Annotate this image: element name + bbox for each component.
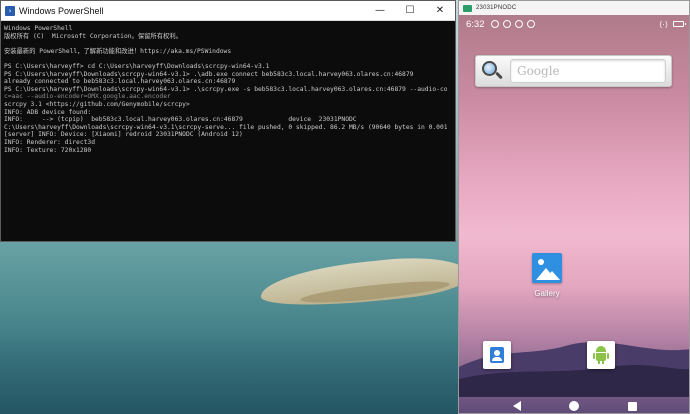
status-notification-icons bbox=[490, 20, 535, 28]
android-status-bar: 6:32 ⟨·⟩ bbox=[459, 15, 689, 33]
console-line: c=aac --audio-encoder=OMX.google.aac.enc… bbox=[4, 93, 171, 101]
console-line: PS C:\Users\harveyff\Downloads\scrcpy-wi… bbox=[4, 85, 447, 93]
battery-icon bbox=[673, 21, 686, 27]
console-scrollbar[interactable] bbox=[449, 22, 455, 241]
gallery-app[interactable]: Gallery bbox=[529, 253, 565, 298]
android-app-icon[interactable] bbox=[587, 341, 615, 369]
console-line: 版权所有 (C) Microsoft Corporation。保留所有权利。 bbox=[4, 32, 182, 40]
status-time: 6:32 bbox=[466, 18, 485, 30]
console-line: PS C:\Users\harveyff> cd C:\Users\harvey… bbox=[4, 62, 270, 70]
maximize-button[interactable]: ☐ bbox=[395, 1, 425, 21]
console-line: INFO: Renderer: direct3d bbox=[4, 138, 95, 146]
minimize-button[interactable]: — bbox=[365, 1, 395, 21]
notification-icon bbox=[502, 20, 511, 28]
powershell-icon: › bbox=[5, 5, 15, 16]
console-line: C:\Users\harveyff\Downloads\scrcpy-win64… bbox=[4, 123, 447, 131]
android-nav-bar bbox=[459, 397, 689, 413]
scrcpy-icon bbox=[463, 4, 472, 12]
scrcpy-titlebar[interactable]: 23031PNODC bbox=[459, 1, 689, 15]
gallery-label: Gallery bbox=[534, 289, 560, 298]
console-line: PS C:\Users\harveyff\Downloads\scrcpy-wi… bbox=[4, 70, 414, 78]
console-line: INFO: --> (tcpip) beb583c3.local.harvey0… bbox=[4, 116, 357, 124]
console-line: 安装最新的 PowerShell，了解新功能和改进！https://aka.ms… bbox=[4, 47, 232, 55]
powershell-title: Windows PowerShell bbox=[19, 5, 104, 16]
console-line: already connected to beb583c3.local.harv… bbox=[4, 78, 236, 86]
contacts-app-icon[interactable] bbox=[483, 341, 511, 369]
console-line: scrcpy 3.1 <https://github.com/Genymobil… bbox=[4, 100, 190, 108]
status-right-icons: ⟨·⟩ bbox=[659, 19, 686, 29]
google-search-widget[interactable]: Google bbox=[475, 55, 672, 87]
android-home-screen[interactable]: 6:32 ⟨·⟩ Google Gallery bbox=[459, 15, 689, 413]
scrcpy-title: 23031PNODC bbox=[476, 5, 517, 11]
search-icon[interactable] bbox=[480, 59, 504, 83]
network-icon: ⟨·⟩ bbox=[659, 19, 668, 29]
powershell-titlebar[interactable]: › Windows PowerShell — ☐ ✕ bbox=[1, 1, 455, 21]
notification-icon bbox=[514, 20, 523, 28]
powershell-console-output[interactable]: Windows PowerShell 版权所有 (C) Microsoft Cor… bbox=[4, 25, 447, 239]
console-line: [server] INFO: Device: [Xiaomi] redroid … bbox=[4, 131, 243, 139]
notification-icon bbox=[526, 20, 535, 28]
back-icon[interactable] bbox=[513, 401, 522, 411]
scrcpy-window[interactable]: 23031PNODC 6:32 ⟨·⟩ Google Gallery bbox=[458, 0, 690, 414]
console-line: Windows PowerShell bbox=[4, 25, 73, 32]
powershell-window[interactable]: › Windows PowerShell — ☐ ✕ Windows Power… bbox=[0, 0, 456, 242]
recents-icon[interactable] bbox=[627, 401, 637, 411]
console-line: INFO: ADB device found: bbox=[4, 108, 92, 116]
console-line: INFO: Texture: 720x1280 bbox=[4, 146, 92, 154]
gallery-icon[interactable] bbox=[532, 253, 562, 283]
search-input[interactable]: Google bbox=[510, 59, 666, 83]
close-button[interactable]: ✕ bbox=[425, 1, 455, 21]
home-icon[interactable] bbox=[569, 401, 580, 411]
notification-icon bbox=[490, 20, 499, 28]
